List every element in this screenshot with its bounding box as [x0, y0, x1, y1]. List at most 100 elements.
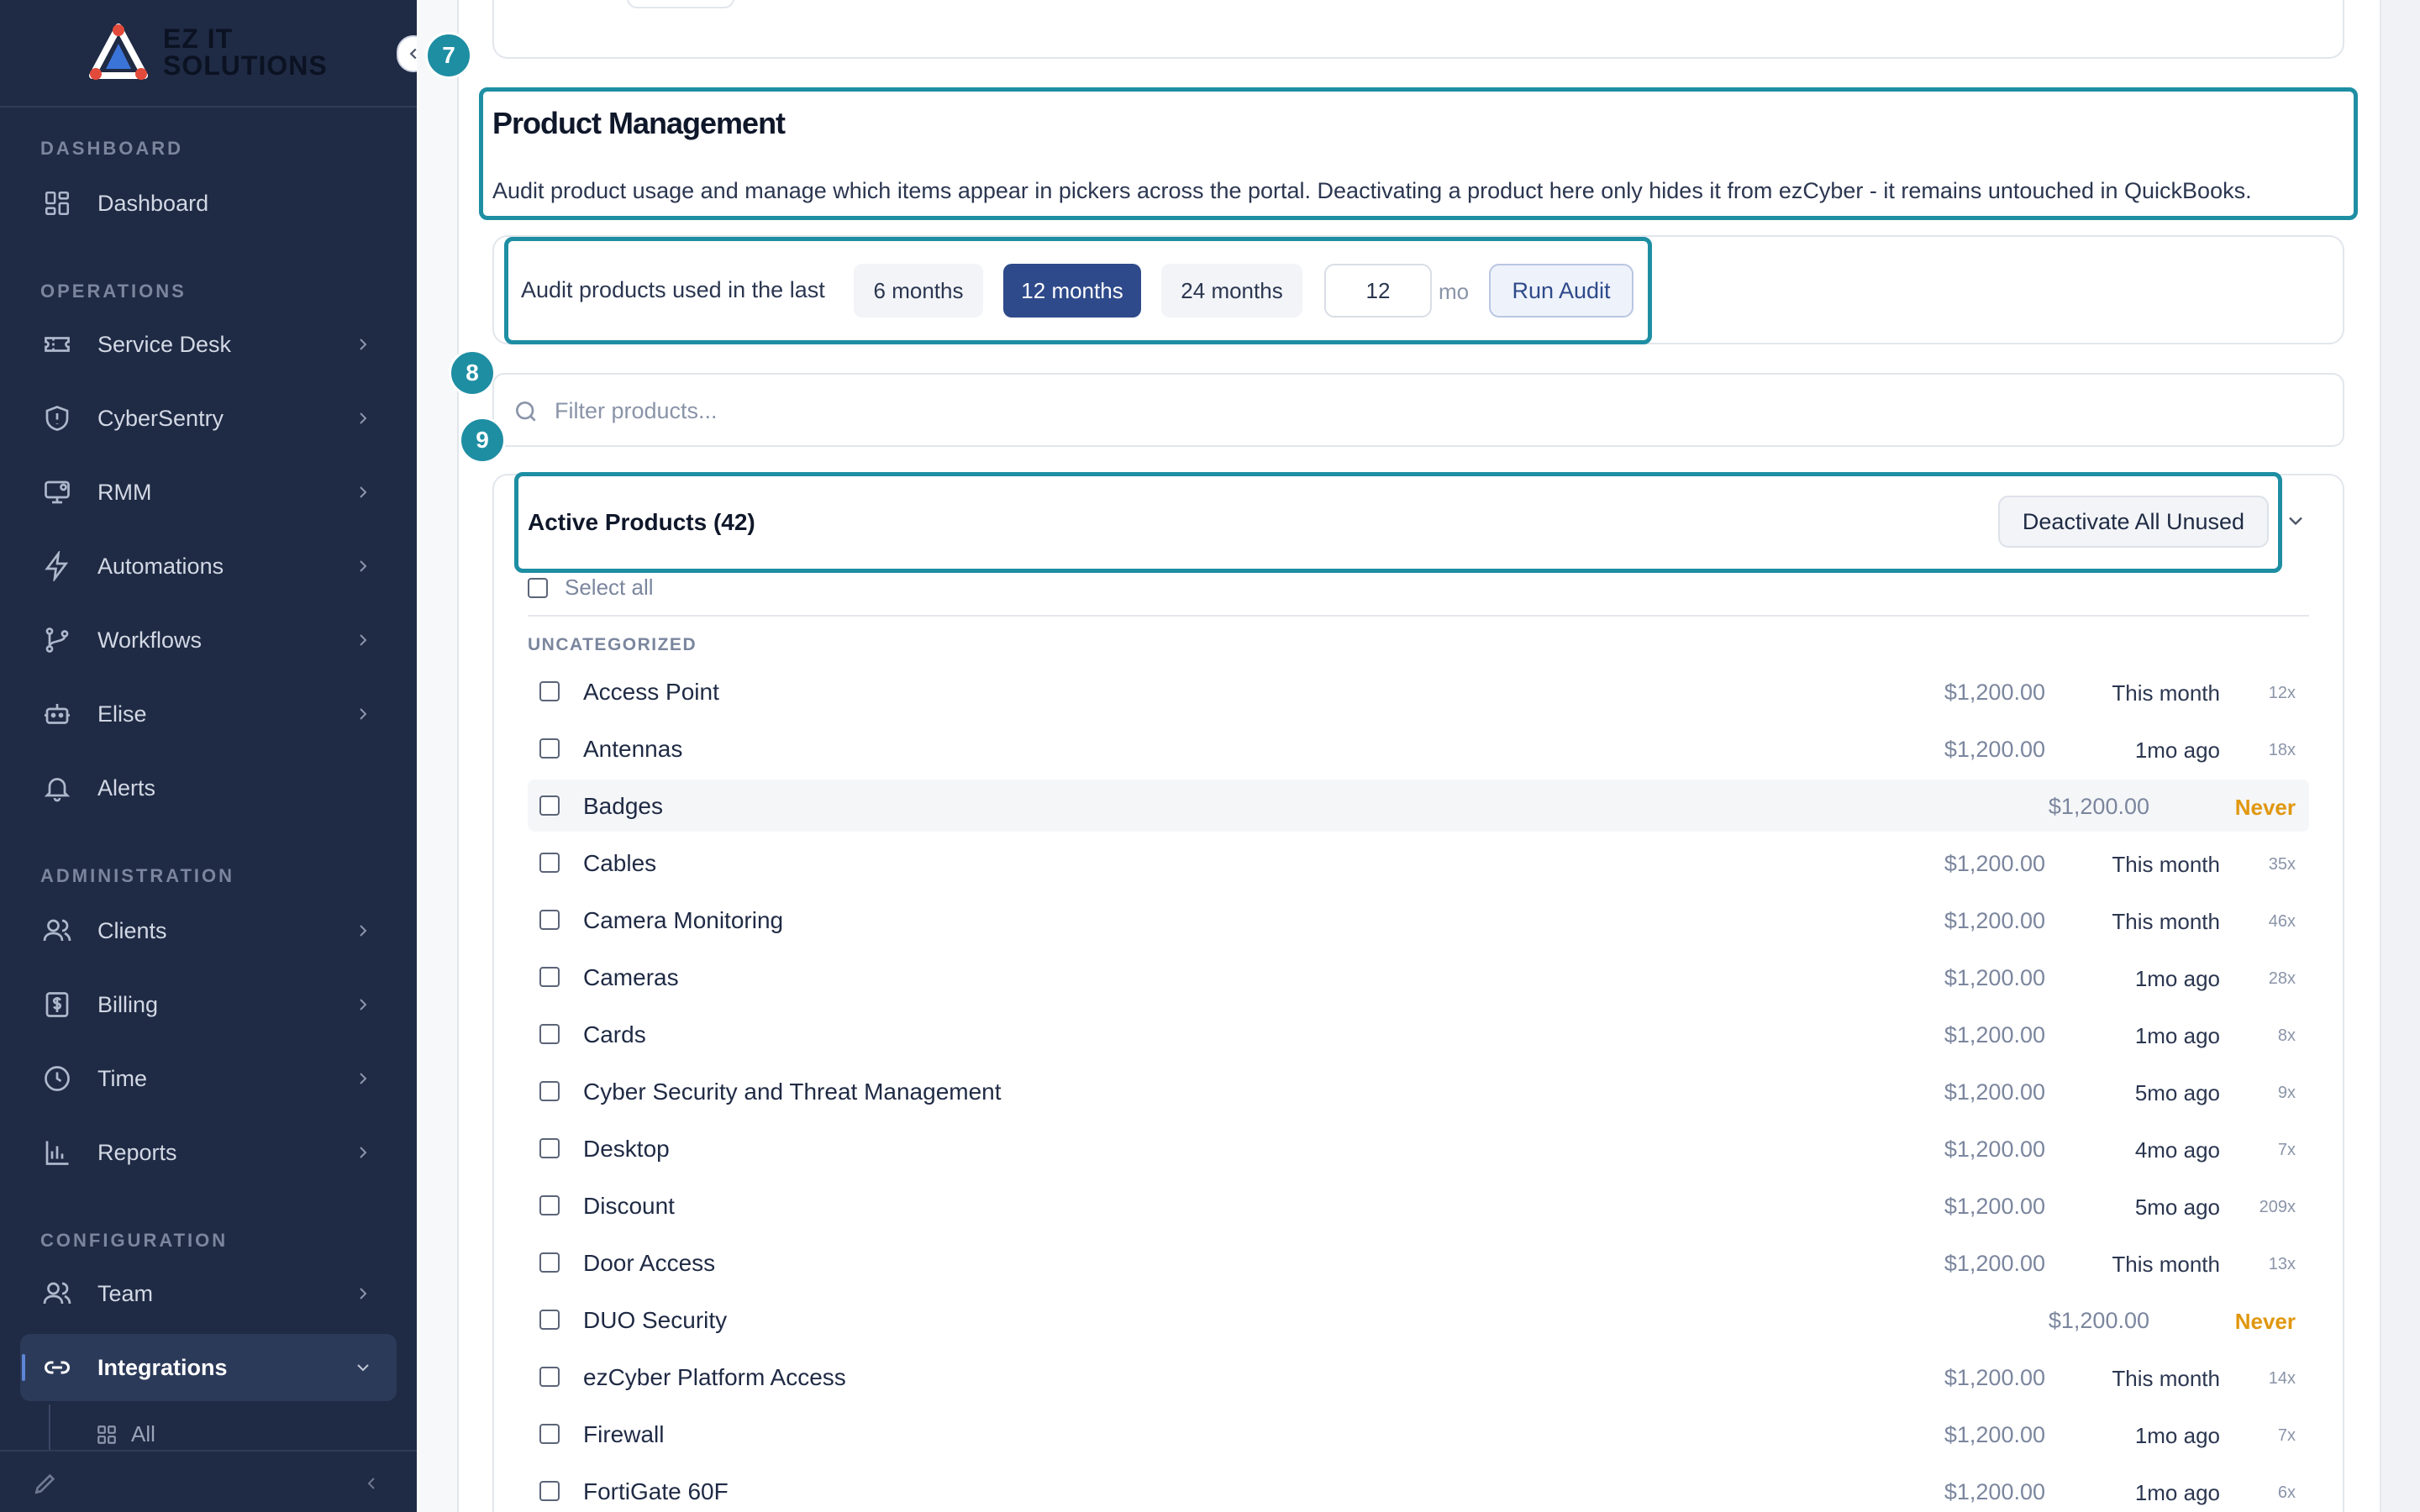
- sidebar-item-dashboard[interactable]: Dashboard: [20, 170, 397, 237]
- run-audit-button[interactable]: Run Audit: [1489, 264, 1634, 318]
- product-checkbox[interactable]: [539, 967, 560, 987]
- dollar-doc-icon: [40, 988, 74, 1021]
- product-row[interactable]: DUO Security $1,200.00 Never: [528, 1294, 2309, 1346]
- group-label: UNCATEGORIZED: [528, 635, 697, 654]
- chevron-down-icon[interactable]: [2284, 509, 2307, 533]
- sidebar-subitem-all[interactable]: All: [96, 1421, 155, 1447]
- product-checkbox[interactable]: [539, 795, 560, 816]
- shield-icon: [40, 402, 74, 435]
- select-all-label: Select all: [565, 575, 654, 600]
- sidebar-item-automations[interactable]: Automations: [20, 533, 397, 600]
- product-row[interactable]: Cyber Security and Threat Management $1,2…: [528, 1065, 2309, 1117]
- product-usage-count: 6x: [2277, 1483, 2296, 1502]
- sidebar-item-label: Reports: [97, 1139, 177, 1165]
- step-badge-9: 9: [459, 417, 506, 464]
- bar-chart-icon: [40, 1136, 74, 1169]
- sidebar-item-label: Automations: [97, 553, 224, 579]
- deactivate-all-unused-button[interactable]: Deactivate All Unused: [1998, 496, 2269, 548]
- product-checkbox[interactable]: [539, 1367, 560, 1387]
- sidebar-item-billing[interactable]: Billing: [20, 971, 397, 1038]
- sidebar-item-time[interactable]: Time: [20, 1045, 397, 1112]
- product-checkbox[interactable]: [539, 1252, 560, 1273]
- sidebar-item-workflows[interactable]: Workflows: [20, 606, 397, 674]
- chevron-down-icon: [357, 1364, 369, 1372]
- chevron-left-icon[interactable]: [361, 1473, 381, 1494]
- company-name-line2: SOLUTIONS: [163, 50, 328, 81]
- product-checkbox[interactable]: [539, 1138, 560, 1158]
- sidebar-item-clients[interactable]: Clients: [20, 897, 397, 964]
- product-row[interactable]: Desktop $1,200.00 4mo ago 7x: [528, 1122, 2309, 1174]
- sidebar-item-team[interactable]: Team: [20, 1260, 397, 1327]
- sidebar-item-integrations[interactable]: Integrations: [20, 1334, 397, 1401]
- sidebar-item-cybersentry[interactable]: CyberSentry: [20, 385, 397, 452]
- product-checkbox[interactable]: [539, 1024, 560, 1044]
- sidebar-item-label: Workflows: [97, 627, 203, 653]
- product-usage-count: 7x: [2277, 1426, 2296, 1445]
- sidebar-item-label: RMM: [97, 479, 152, 505]
- sidebar-item-label: Clients: [97, 917, 167, 943]
- product-row[interactable]: ezCyber Platform Access $1,200.00 This mon…: [528, 1351, 2309, 1403]
- product-price: $1,200.00: [1944, 1137, 2045, 1162]
- audit-months-input[interactable]: 12: [1324, 264, 1432, 318]
- audit-12-months-button[interactable]: 12 months: [1003, 264, 1141, 318]
- product-checkbox[interactable]: [539, 1081, 560, 1101]
- product-row[interactable]: Discount $1,200.00 5mo ago 209x: [528, 1179, 2309, 1231]
- sidebar-item-label: Dashboard: [97, 190, 209, 216]
- checkbox[interactable]: [528, 577, 548, 598]
- chevron-right-icon: [360, 999, 367, 1011]
- product-row[interactable]: Cards $1,200.00 1mo ago 8x: [528, 1008, 2309, 1060]
- product-row[interactable]: Cameras $1,200.00 1mo ago 28x: [528, 951, 2309, 1003]
- product-row[interactable]: Badges $1,200.00 Never: [528, 780, 2309, 832]
- product-name: FortiGate 60F: [583, 1478, 729, 1504]
- company-name: EZ IT SOLUTIONS: [163, 25, 328, 79]
- pencil-icon[interactable]: [32, 1470, 59, 1497]
- section-label-operations: OPERATIONS: [40, 281, 187, 302]
- select-all-checkbox[interactable]: Select all: [528, 575, 654, 601]
- product-checkbox[interactable]: [539, 853, 560, 873]
- product-checkbox[interactable]: [539, 738, 560, 759]
- product-checkbox[interactable]: [539, 1481, 560, 1501]
- sidebar-item-reports[interactable]: Reports: [20, 1119, 397, 1186]
- clock-icon: [40, 1062, 74, 1095]
- audit-24-months-button[interactable]: 24 months: [1161, 264, 1302, 318]
- product-row[interactable]: Antennas $1,200.00 1mo ago 18x: [528, 722, 2309, 774]
- sidebar-item-rmm[interactable]: RMM: [20, 459, 397, 526]
- sidebar-item-alerts[interactable]: Alerts: [20, 754, 397, 822]
- product-row[interactable]: Access Point $1,200.00 This month 12x: [528, 665, 2309, 717]
- sidebar-footer: [0, 1450, 417, 1512]
- product-checkbox[interactable]: [539, 1195, 560, 1215]
- page-scrollbar[interactable]: [2380, 0, 2420, 1512]
- product-last-used: 1mo ago: [2134, 1023, 2220, 1048]
- product-last-used: This month: [2112, 852, 2220, 877]
- product-name: Cameras: [583, 964, 679, 990]
- users-icon: [40, 914, 74, 948]
- filter-products-input[interactable]: [555, 390, 1899, 432]
- sidebar-item-service-desk[interactable]: Service Desk: [20, 311, 397, 378]
- product-price: $1,200.00: [1944, 1251, 2045, 1276]
- product-row[interactable]: FortiGate 60F $1,200.00 1mo ago 6x: [528, 1465, 2309, 1512]
- product-checkbox[interactable]: [539, 1424, 560, 1444]
- product-row[interactable]: Firewall $1,200.00 1mo ago 7x: [528, 1408, 2309, 1460]
- previous-section-control: [627, 0, 734, 8]
- audit-months-unit: mo: [1439, 279, 1470, 304]
- company-logo: [89, 24, 148, 80]
- chevron-right-icon: [360, 1147, 367, 1158]
- product-name: Discount: [583, 1193, 675, 1219]
- product-checkbox[interactable]: [539, 1310, 560, 1330]
- product-row[interactable]: Door Access $1,200.00 This month 13x: [528, 1236, 2309, 1289]
- product-checkbox[interactable]: [539, 681, 560, 701]
- chevron-right-icon: [360, 1073, 367, 1084]
- audit-6-months-button[interactable]: 6 months: [854, 264, 983, 318]
- product-name: Camera Monitoring: [583, 907, 784, 933]
- product-row[interactable]: Cables $1,200.00 This month 35x: [528, 837, 2309, 889]
- product-row[interactable]: Camera Monitoring $1,200.00 This month 46x: [528, 894, 2309, 946]
- sidebar-item-elise[interactable]: Elise: [20, 680, 397, 748]
- chevron-right-icon: [360, 634, 367, 646]
- product-checkbox[interactable]: [539, 910, 560, 930]
- product-price: $1,200.00: [1944, 908, 2045, 933]
- filter-products-field[interactable]: [492, 373, 2344, 447]
- product-price: $1,200.00: [1944, 1194, 2045, 1219]
- product-last-used: 5mo ago: [2134, 1194, 2220, 1220]
- product-usage-count: 209x: [2259, 1198, 2296, 1216]
- monitor-icon: [40, 475, 74, 509]
